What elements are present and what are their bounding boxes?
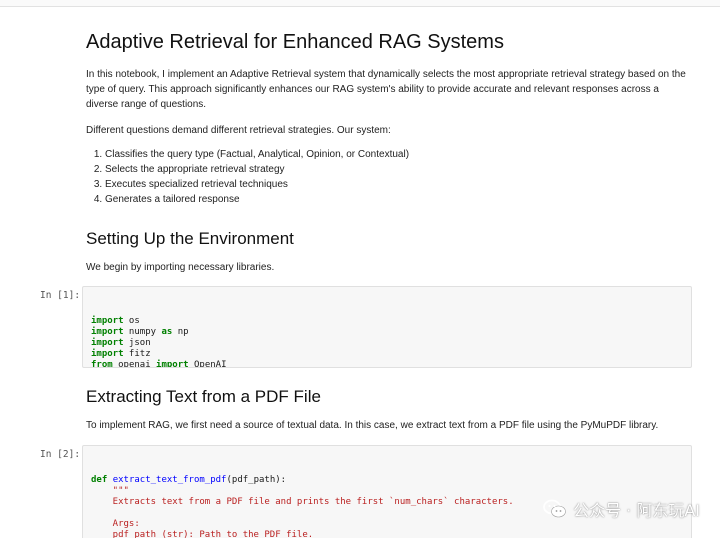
strategies-lead: Different questions demand different ret… <box>86 125 391 136</box>
code-token: def <box>91 475 108 485</box>
code-token: fitz <box>123 349 151 359</box>
cell-prompt: In [2]: <box>40 449 81 460</box>
code-token: import <box>156 360 189 368</box>
code-token: from <box>91 360 113 368</box>
code-token: as <box>161 327 173 337</box>
code-token: numpy <box>123 327 162 337</box>
code-token: os <box>123 316 140 326</box>
section-heading-pdf: Extracting Text from a PDF File <box>86 387 321 406</box>
steps-list: Classifies the query type (Factual, Anal… <box>86 147 705 207</box>
top-border <box>0 0 720 7</box>
notebook: Adaptive Retrieval for Enhanced RAG Syst… <box>0 0 720 538</box>
code-token: import <box>91 316 124 326</box>
code-token: Extracts text from a PDF file and prints… <box>91 497 514 507</box>
code-token: """ <box>91 486 129 496</box>
section-text-pdf: To implement RAG, we first need a source… <box>86 420 659 431</box>
list-item: Selects the appropriate retrieval strate… <box>105 162 705 177</box>
code-token: (pdf_path): <box>226 475 287 485</box>
watermark-text: 公众号 · 阿东玩AI <box>573 501 700 520</box>
watermark: 公众号 · 阿东玩AI <box>543 496 700 522</box>
code-token: import <box>91 338 124 348</box>
code-line: pdf_path (str): Path to the PDF file. <box>91 530 691 538</box>
code-token: extract_text_from_pdf <box>112 475 227 485</box>
code-cell-extract[interactable]: def extract_text_from_pdf(pdf_path): """… <box>82 445 692 538</box>
code-cell-imports[interactable]: import os import numpy as np import json im… <box>82 286 692 368</box>
code-line: import os <box>91 316 691 327</box>
list-item: Generates a tailored response <box>105 192 705 207</box>
code-line: def extract_text_from_pdf(pdf_path): <box>91 475 691 486</box>
section-text-environment: We begin by importing necessary librarie… <box>86 262 275 273</box>
list-item: Classifies the query type (Factual, Anal… <box>105 147 705 162</box>
code-token: pdf_path (str): Path to the PDF file. <box>91 530 314 538</box>
wechat-icon <box>543 499 566 518</box>
page-title: Adaptive Retrieval for Enhanced RAG Syst… <box>86 31 504 53</box>
list-item: Executes specialized retrieval technique… <box>105 177 705 192</box>
code-line: import numpy as np <box>91 327 691 338</box>
code-token: openai <box>112 360 157 368</box>
code-token: import <box>91 327 124 337</box>
section-heading-environment: Setting Up the Environment <box>86 229 294 248</box>
code-token: json <box>123 338 151 348</box>
code-line: import fitz <box>91 349 691 360</box>
intro-paragraph: In this notebook, I implement an Adaptiv… <box>86 69 686 110</box>
code-token: OpenAI <box>188 360 227 368</box>
code-line: from openai import OpenAI <box>91 360 691 368</box>
code-line: import json <box>91 338 691 349</box>
code-token: Args: <box>91 519 140 529</box>
code-token: np <box>172 327 189 337</box>
code-token: import <box>91 349 124 359</box>
code-editor[interactable]: import os import numpy as np import json im… <box>83 309 691 368</box>
cell-prompt: In [1]: <box>40 290 81 301</box>
